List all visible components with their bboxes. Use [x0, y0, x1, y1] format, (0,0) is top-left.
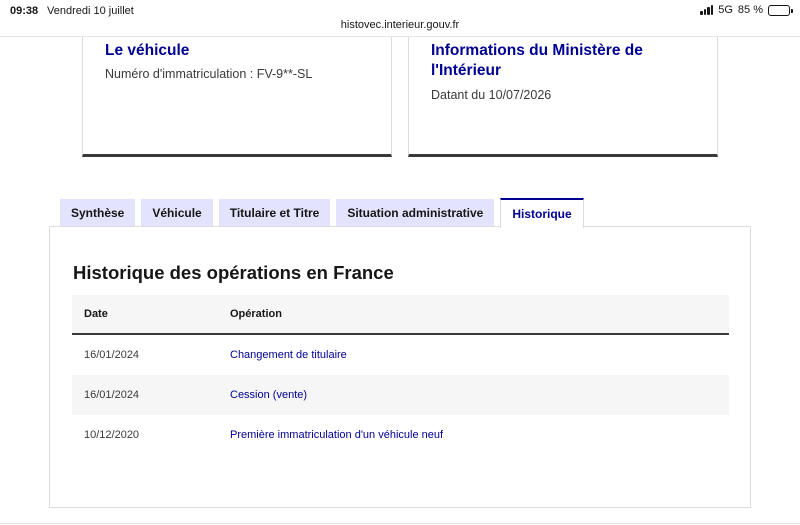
page-bottom-divider	[0, 523, 800, 524]
battery-percent: 85 %	[737, 4, 763, 16]
tab-titulaire-titre[interactable]: Titulaire et Titre	[218, 199, 331, 227]
table-header: Date Opération	[72, 295, 729, 335]
tab-list: Synthèse Véhicule Titulaire et Titre Sit…	[60, 198, 584, 228]
row-operation-link[interactable]: Première immatriculation d'un véhicule n…	[230, 429, 443, 441]
vehicle-card-title: Le véhicule	[105, 42, 190, 59]
tab-historique[interactable]: Historique	[500, 198, 584, 228]
row-date: 16/01/2024	[84, 389, 140, 401]
status-time: 09:38	[10, 5, 39, 17]
signal-icon	[700, 5, 714, 15]
table-row: 10/12/2020 Première immatriculation d'un…	[72, 415, 729, 455]
row-operation-link[interactable]: Cession (vente)	[230, 389, 307, 401]
address-bar[interactable]: histovec.interieur.gouv.fr	[0, 19, 800, 31]
ministry-card: Informations du Ministère de l'Intérieur…	[408, 37, 718, 157]
history-table: Date Opération 16/01/2024 Changement de …	[72, 295, 729, 455]
tab-synthese[interactable]: Synthèse	[60, 199, 136, 227]
table-row: 16/01/2024 Cession (vente)	[72, 375, 729, 415]
network-type: 5G	[718, 4, 733, 16]
row-date: 10/12/2020	[84, 429, 140, 441]
vehicle-card: Le véhicule Numéro d'immatriculation : F…	[82, 37, 392, 157]
tab-vehicule[interactable]: Véhicule	[141, 199, 213, 227]
column-header-operation: Opération	[230, 308, 282, 320]
tab-situation-administrative[interactable]: Situation administrative	[336, 199, 495, 227]
history-title: Historique des opérations en France	[73, 262, 394, 283]
table-row: 16/01/2024 Changement de titulaire	[72, 335, 729, 375]
report-date: Datant du 10/07/2026	[431, 88, 552, 102]
status-indicators: 5G 85 %	[700, 4, 793, 16]
column-header-date: Date	[84, 308, 108, 320]
history-panel: Historique des opérations en France Date…	[49, 226, 751, 508]
ministry-card-title: Informations du Ministère de l'Intérieur	[431, 42, 643, 79]
row-date: 16/01/2024	[84, 349, 140, 361]
row-operation-link[interactable]: Changement de titulaire	[230, 349, 347, 361]
table-body: 16/01/2024 Changement de titulaire 16/01…	[72, 335, 729, 455]
battery-icon	[768, 4, 793, 16]
status-date: Vendredi 10 juillet	[47, 5, 134, 17]
registration-number: Numéro d'immatriculation : FV-9**-SL	[105, 67, 313, 81]
url-text[interactable]: histovec.interieur.gouv.fr	[341, 19, 459, 31]
